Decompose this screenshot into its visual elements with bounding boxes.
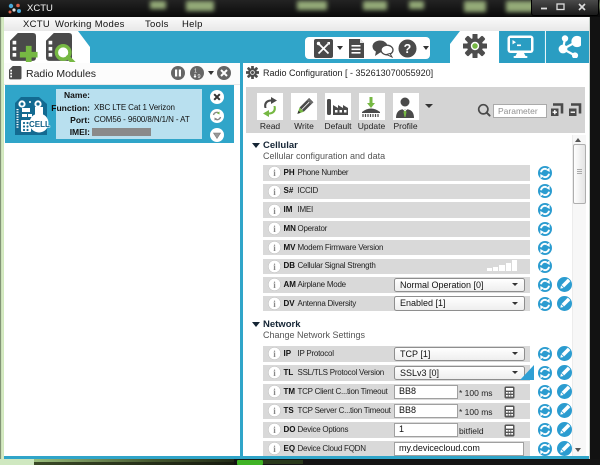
svg-text:?: ? — [404, 42, 412, 56]
svg-text:CELL: CELL — [29, 120, 50, 129]
svg-text:9: 9 — [198, 74, 201, 80]
